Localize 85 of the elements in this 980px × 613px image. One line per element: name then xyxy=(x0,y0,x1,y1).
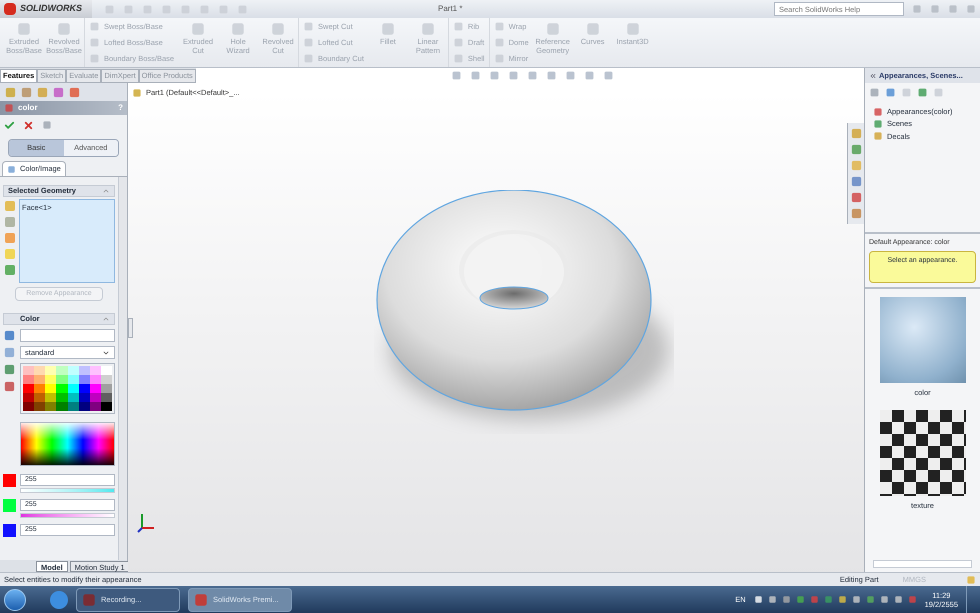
filter-icon xyxy=(3,247,17,261)
tool-icon xyxy=(494,36,505,48)
tool-icon xyxy=(452,36,464,48)
ok-icon[interactable] xyxy=(4,120,15,130)
tool-icon xyxy=(452,20,464,32)
tool-icon xyxy=(420,21,436,37)
view-tool-icon xyxy=(470,70,481,81)
logo-icon xyxy=(4,3,16,15)
tool-icon xyxy=(584,21,601,37)
manager-tab-icon xyxy=(36,86,49,98)
manager-tab-icon xyxy=(52,86,65,98)
filter-icon xyxy=(3,231,17,245)
pane-tool-icon xyxy=(901,87,912,98)
collapse-icon[interactable] xyxy=(102,315,110,323)
tool-icon xyxy=(624,21,641,37)
view-tool-icon xyxy=(602,70,614,81)
tool-icon xyxy=(544,21,561,37)
scrollbar[interactable] xyxy=(873,560,972,568)
manager-tab-icon xyxy=(20,86,33,98)
manager-tab-icon xyxy=(68,86,81,98)
appearance-thumbnail[interactable] xyxy=(880,410,966,496)
view-tool-icon xyxy=(508,70,519,81)
task-pane-tab-icon xyxy=(850,159,862,172)
start-button[interactable] xyxy=(4,588,26,610)
cancel-icon[interactable] xyxy=(23,120,34,130)
tool-icon xyxy=(16,21,32,37)
filter-icon xyxy=(3,215,17,229)
tool-icon xyxy=(56,21,72,37)
pane-tool-icon xyxy=(885,87,896,98)
toolbar-icon xyxy=(180,4,191,14)
tool-icon xyxy=(303,20,314,32)
collapse-icon[interactable] xyxy=(102,187,110,195)
filter-icon xyxy=(3,199,17,213)
toolbar-icon xyxy=(199,4,210,14)
tool-icon xyxy=(89,20,100,32)
task-pane-tab-icon xyxy=(850,143,862,156)
tool-icon xyxy=(452,53,464,64)
tool-icon xyxy=(230,21,246,37)
color-spectrum[interactable] xyxy=(20,422,115,466)
task-pane-tab-icon xyxy=(850,175,862,188)
tool-icon xyxy=(380,21,396,37)
view-tool-icon xyxy=(546,70,557,81)
tool-icon xyxy=(494,20,505,32)
tool-icon xyxy=(270,21,286,37)
tree-node-icon xyxy=(873,131,883,142)
view-tool-icon xyxy=(488,70,500,81)
appearance-thumbnail[interactable] xyxy=(880,296,966,382)
scrollbar[interactable] xyxy=(118,177,127,560)
pane-tool-icon xyxy=(933,87,944,98)
filter-icon xyxy=(3,263,17,277)
palette-drawing[interactable] xyxy=(20,363,115,414)
tree-node-icon xyxy=(873,118,883,129)
view-tool-icon xyxy=(526,70,538,81)
window-title: Part1 * xyxy=(438,3,462,15)
help-button[interactable]: ? xyxy=(118,102,123,114)
pane-tool-icon xyxy=(869,87,880,98)
toolbar-icon xyxy=(104,4,115,14)
tree-node-icon xyxy=(873,106,883,117)
toolbar-icon xyxy=(237,4,248,14)
tool-icon xyxy=(89,53,100,64)
app-logo[interactable]: SOLIDWORKS xyxy=(0,0,92,18)
collapse-icon[interactable] xyxy=(869,72,877,80)
tool-icon xyxy=(190,21,206,37)
view-tool-icon xyxy=(564,70,576,81)
toolbar-icon xyxy=(218,4,229,14)
pane-tool-icon xyxy=(917,87,928,98)
task-pane-tab-icon xyxy=(850,191,862,204)
view-tool-icon xyxy=(584,70,595,81)
task-pane-tab-icon xyxy=(850,127,862,140)
tool-icon xyxy=(303,53,314,64)
toolbar-icon xyxy=(161,4,172,14)
color-input[interactable] xyxy=(20,329,115,342)
panel-title: color xyxy=(18,102,38,114)
panel-collapse-handle[interactable] xyxy=(128,318,133,338)
toolbar-icon xyxy=(142,4,153,14)
app-icon xyxy=(81,592,97,608)
tool-icon xyxy=(494,53,505,64)
toolbar-icon xyxy=(123,4,134,14)
tool-icon xyxy=(89,36,100,48)
task-pane-tab-icon xyxy=(850,207,862,220)
tool-icon xyxy=(303,36,314,48)
view-tool-icon xyxy=(450,70,462,81)
logo-text: SOLIDWORKS xyxy=(20,2,82,16)
manager-tab-icon xyxy=(4,86,17,98)
app-icon xyxy=(193,592,209,608)
